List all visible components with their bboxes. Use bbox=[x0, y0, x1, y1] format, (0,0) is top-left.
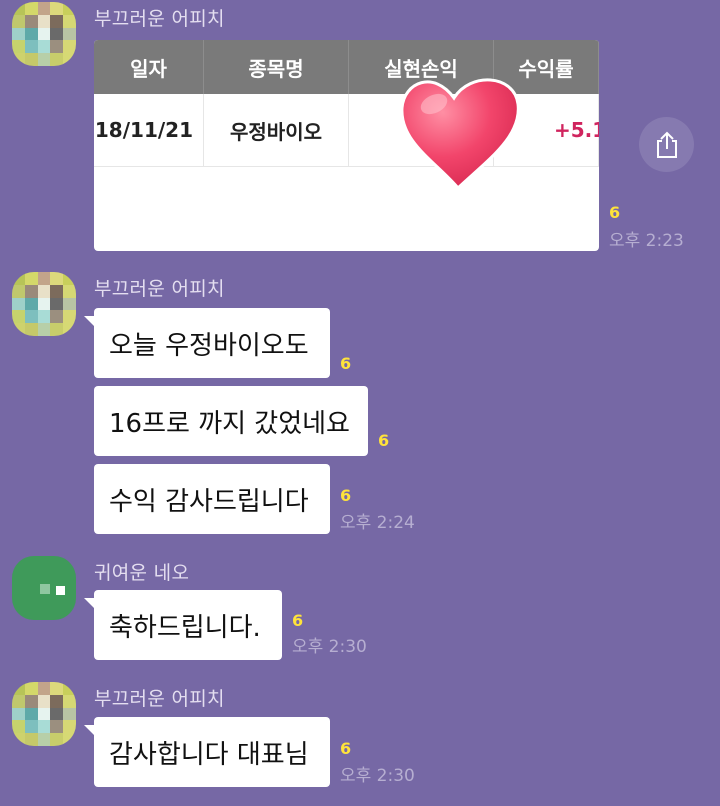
unread-count: 6 bbox=[292, 611, 304, 630]
cell-stock: 우정바이오 bbox=[204, 94, 349, 166]
unread-count: 6 bbox=[340, 739, 352, 758]
timestamp: 오후 2:23 bbox=[609, 231, 684, 251]
heart-sticker bbox=[400, 78, 520, 191]
share-icon bbox=[656, 131, 677, 158]
avatar[interactable] bbox=[12, 272, 76, 336]
timestamp: 오후 2:30 bbox=[292, 637, 367, 657]
unread-count: 6 bbox=[340, 354, 352, 373]
share-button[interactable] bbox=[639, 117, 694, 172]
message-bubble[interactable]: 축하드립니다. bbox=[84, 590, 282, 660]
message-bubble[interactable]: 16프로 까지 갔었네요 bbox=[94, 386, 368, 456]
sender-name: 부끄러운 어피치 bbox=[94, 278, 225, 300]
avatar[interactable] bbox=[12, 682, 76, 746]
message-bubble[interactable]: 감사합니다 대표님 bbox=[84, 717, 330, 787]
sender-name: 귀여운 네오 bbox=[94, 562, 190, 584]
timestamp: 오후 2:24 bbox=[340, 513, 415, 533]
sender-name: 부끄러운 어피치 bbox=[94, 8, 225, 30]
unread-count: 6 bbox=[378, 431, 390, 450]
unread-count: 6 bbox=[340, 486, 352, 505]
header-date: 일자 bbox=[94, 40, 204, 94]
message-bubble[interactable]: 오늘 우정바이오도 bbox=[84, 308, 330, 378]
sender-name: 부끄러운 어피치 bbox=[94, 688, 225, 710]
unread-count: 6 bbox=[609, 203, 621, 222]
message-bubble[interactable]: 수익 감사드립니다 bbox=[94, 464, 330, 534]
avatar[interactable] bbox=[12, 2, 76, 66]
avatar[interactable] bbox=[12, 556, 76, 620]
cell-date: 018/11/21 bbox=[94, 94, 204, 166]
header-stock: 종목명 bbox=[204, 40, 349, 94]
timestamp: 오후 2:30 bbox=[340, 766, 415, 786]
